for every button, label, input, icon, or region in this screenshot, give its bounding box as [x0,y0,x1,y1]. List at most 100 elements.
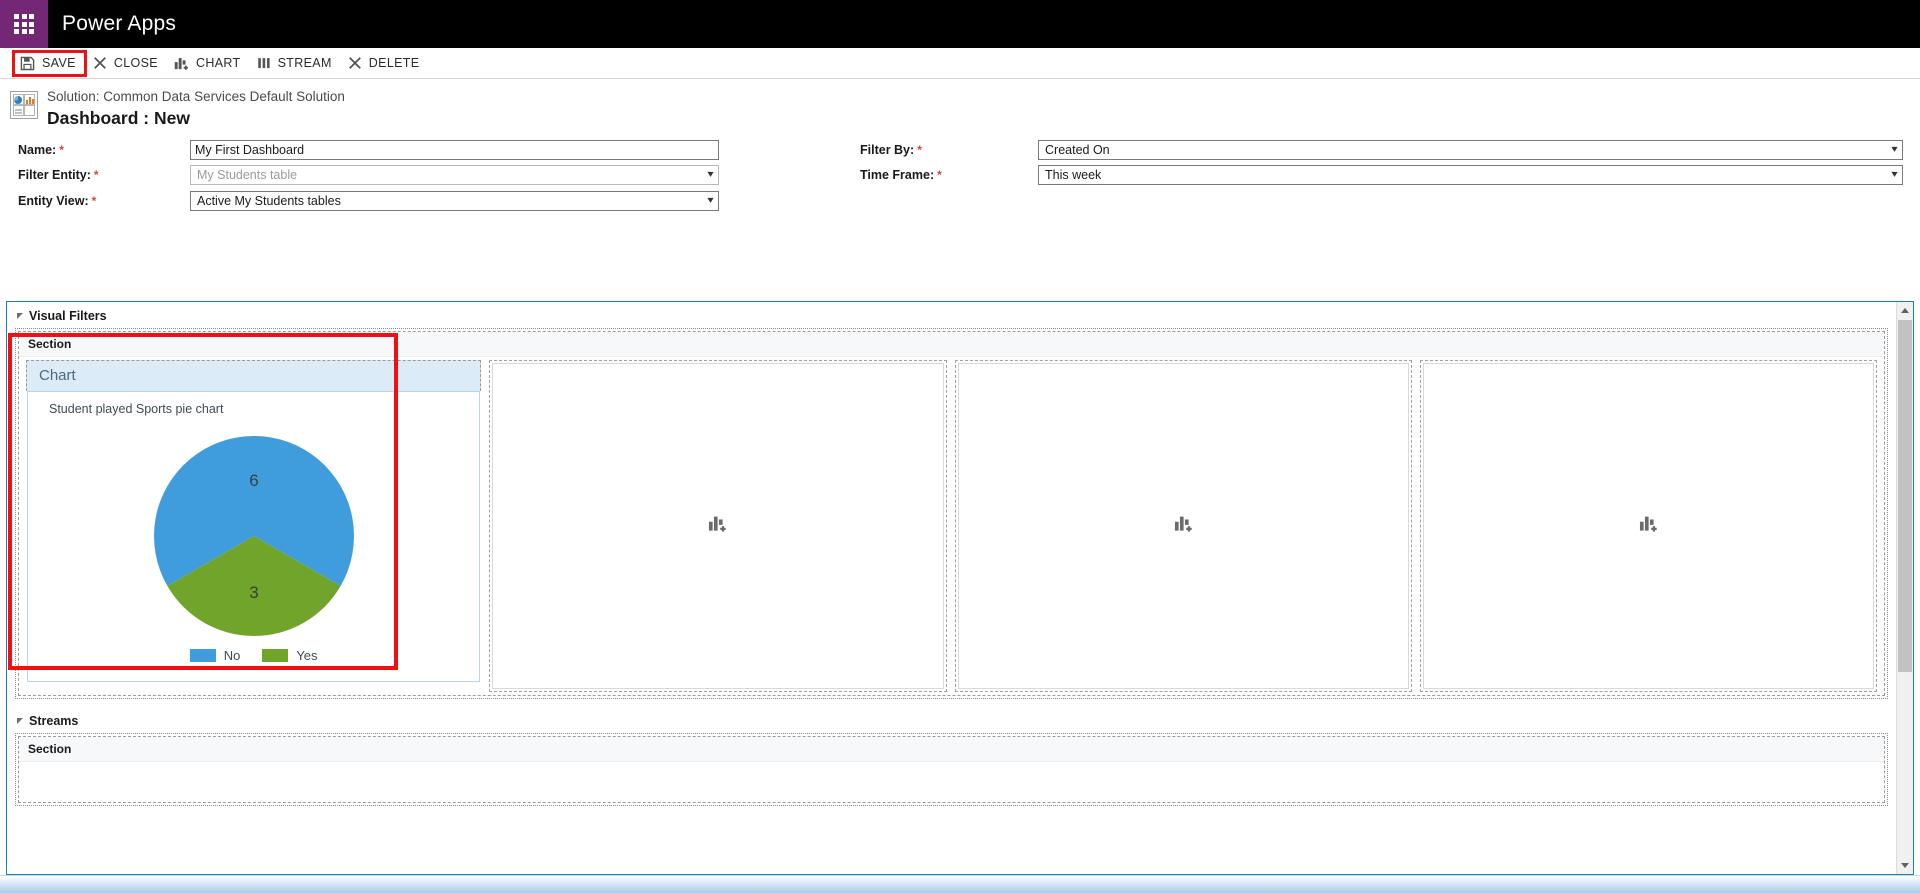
chevron-down-icon: ▾ [1891,170,1897,180]
dashboard-designer-canvas: Visual Filters Section Chart Student pla… [6,301,1914,875]
scroll-down-button[interactable] [1897,857,1913,874]
legend-item-no[interactable]: No [190,648,241,663]
close-button[interactable]: CLOSE [87,51,168,75]
pie-chart-svg: 3 6 [154,436,354,636]
scrollbar-thumb[interactable] [1898,320,1912,672]
visual-filters-section[interactable]: Section Chart Student played Sports pie … [18,331,1885,696]
chevron-down-icon: ▾ [1891,145,1897,155]
status-bar [0,875,1920,893]
chart-title: Student played Sports pie chart [49,402,223,416]
delete-x-icon [348,56,362,70]
save-button[interactable]: SAVE [12,50,87,77]
scroll-up-button[interactable] [1897,302,1913,319]
empty-chart-tile-3[interactable] [1420,360,1877,692]
add-stream-icon [257,56,271,70]
visual-filters-section-label: Section [19,332,1884,357]
chart-legend: No Yes [28,648,479,663]
top-brand-bar: Power Apps [0,0,1920,48]
app-title: Power Apps [62,12,176,36]
close-x-icon [93,56,107,70]
vertical-scrollbar[interactable] [1896,302,1913,874]
chart-button[interactable]: CHART [168,51,251,75]
field-name: Name:* [18,140,719,160]
required-asterisk: * [917,143,922,157]
scroll-down-arrow-icon [1901,863,1909,868]
required-asterisk: * [92,194,97,208]
collapse-triangle-icon[interactable] [17,718,23,724]
designer-scroll-content: Visual Filters Section Chart Student pla… [7,302,1896,874]
dashboard-icon [10,91,38,119]
record-header: Solution: Common Data Services Default S… [0,79,1920,131]
entity-view-select[interactable]: Active My Students tables ▾ [190,191,719,211]
empty-chart-tile-1[interactable] [489,360,946,692]
page-title: Dashboard : New [47,107,345,131]
legend-item-yes[interactable]: Yes [262,648,317,663]
filter-by-label: Filter By: [860,143,914,157]
time-frame-select[interactable]: This week ▾ [1038,165,1903,185]
app-launcher-waffle-icon[interactable] [0,0,48,48]
streams-section-label: Section [19,737,1884,762]
streams-section[interactable]: Section [18,736,1885,803]
filter-by-select[interactable]: Created On ▾ [1038,140,1903,160]
entity-view-value: Active My Students tables [197,194,341,208]
chart-tile[interactable]: Chart Student played Sports pie chart [26,360,481,692]
filter-by-value: Created On [1045,143,1110,157]
pie-chart-container[interactable]: Student played Sports pie chart 3 [27,391,480,682]
form-fields: Name:* Filter Entity:* My Students table… [0,140,1920,218]
time-frame-label: Time Frame: [860,168,934,182]
command-bar: SAVE CLOSE CHART STREAM [0,48,1920,79]
stream-button-label: STREAM [278,57,332,70]
empty-chart-tile-2[interactable] [955,360,1412,692]
streams-title: Streams [29,714,78,728]
stream-button[interactable]: STREAM [251,51,342,75]
legend-label-no: No [224,648,241,663]
visual-filters-title: Visual Filters [29,309,107,323]
visual-filters-tile-row: Chart Student played Sports pie chart [19,357,1884,695]
pie-chart: 3 6 [154,436,354,641]
pie-label-no: 6 [249,471,258,490]
close-button-label: CLOSE [114,57,158,70]
legend-label-yes: Yes [296,648,317,663]
solution-label: Solution: Common Data Services Default S… [47,87,345,106]
legend-swatch-yes [262,649,288,662]
entity-view-label: Entity View: [18,194,89,208]
visual-filters-header[interactable]: Visual Filters [7,302,1896,328]
add-chart-icon[interactable] [1639,514,1658,538]
name-label: Name: [18,143,56,157]
required-asterisk: * [937,168,942,182]
streams-tile-row [19,762,1884,802]
chart-button-label: CHART [196,57,241,70]
add-chart-icon[interactable] [1174,514,1193,538]
delete-button[interactable]: DELETE [342,51,430,75]
empty-chart-tile-1-inner[interactable] [492,363,943,689]
pie-label-yes: 3 [249,583,258,602]
filter-entity-value: My Students table [197,168,297,182]
field-time-frame: Time Frame:* This week ▾ [860,165,1903,185]
save-button-label: SAVE [42,57,76,70]
chevron-down-icon: ▾ [707,170,713,180]
streams-header[interactable]: Streams [7,707,1896,733]
field-entity-view: Entity View:* Active My Students tables … [18,191,719,211]
time-frame-value: This week [1045,168,1101,182]
empty-chart-tile-3-inner[interactable] [1423,363,1874,689]
collapse-triangle-icon[interactable] [17,313,23,319]
field-filter-entity: Filter Entity:* My Students table ▾ [18,165,719,185]
field-filter-by: Filter By:* Created On ▾ [860,140,1903,160]
scroll-up-arrow-icon [1901,308,1909,313]
streams-block: Streams Section [7,707,1896,806]
chart-tile-header: Chart [26,360,481,391]
waffle-grid [14,14,34,34]
delete-button-label: DELETE [369,57,420,70]
page-body: Solution: Common Data Services Default S… [0,79,1920,893]
save-floppy-icon [20,56,35,71]
name-input[interactable] [190,140,719,160]
empty-chart-tile-2-inner[interactable] [958,363,1409,689]
visual-filters-tab: Section Chart Student played Sports pie … [15,328,1888,699]
required-asterisk: * [94,168,99,182]
filter-entity-select[interactable]: My Students table ▾ [190,165,719,185]
add-chart-icon[interactable] [708,514,727,538]
required-asterisk: * [59,143,64,157]
chevron-down-icon: ▾ [707,196,713,206]
filter-entity-label: Filter Entity: [18,168,91,182]
streams-tab: Section [15,733,1888,806]
